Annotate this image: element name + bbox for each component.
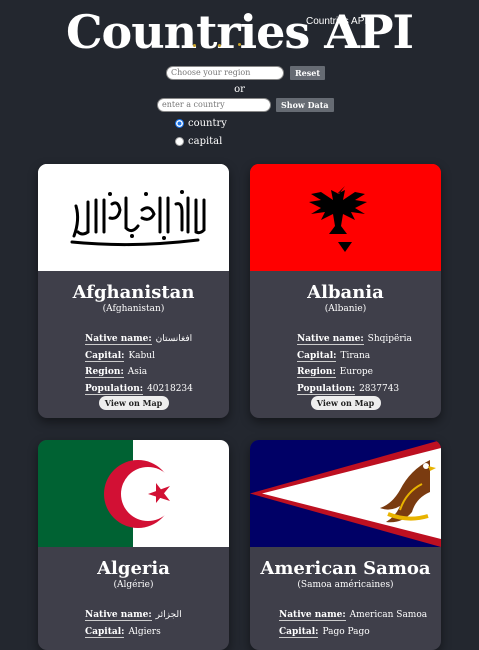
country-native-name: (Albanie): [324, 304, 367, 314]
native-name-value: Shqipëria: [367, 334, 412, 344]
country-card[interactable]: Albania (Albanie) Native name: Shqipëria …: [250, 164, 441, 418]
population-label: Population:: [297, 383, 356, 395]
view-on-map-button[interactable]: View on Map: [310, 396, 381, 410]
title-decoration: [238, 43, 241, 46]
flag-image: [250, 164, 441, 271]
search-row: enter a country Show Data: [157, 98, 334, 112]
radio-capital-row[interactable]: capital: [175, 136, 222, 147]
radio-country-label: country: [188, 118, 227, 129]
algeria-flag-icon: [38, 440, 229, 547]
flag-image: [38, 164, 229, 271]
population-value: 2837743: [359, 383, 400, 394]
country-name: Afghanistan: [72, 282, 195, 303]
capital-label: Capital:: [279, 626, 319, 638]
region-row: Choose your region Reset: [166, 66, 326, 80]
country-name: American Samoa: [260, 558, 431, 579]
title-decoration: [218, 44, 221, 47]
radio-country[interactable]: [175, 119, 184, 128]
title-decoration: [193, 44, 196, 47]
country-info: Native name: American Samoa Capital: Pago …: [279, 607, 441, 640]
country-info: Native name: افغانستان Capital: Kabul Regi…: [85, 331, 229, 397]
reset-button[interactable]: Reset: [290, 66, 326, 80]
country-card[interactable]: Afghanistan (Afghanistan) Native name: اف…: [38, 164, 229, 418]
afghanistan-flag-icon: [38, 164, 229, 271]
country-name: Albania: [307, 282, 384, 303]
view-on-map-button[interactable]: View on Map: [98, 396, 169, 410]
country-card[interactable]: American Samoa (Samoa américaines) Nativ…: [250, 440, 441, 650]
title-overlay-text: Countries API: [306, 16, 368, 27]
country-info: Native name: الجزائر Capital: Algiers: [85, 607, 229, 640]
capital-label: Capital:: [297, 350, 337, 362]
native-name-value: افغانستان: [155, 334, 193, 344]
country-name: Algeria: [97, 558, 170, 579]
native-name-label: Native name:: [85, 334, 152, 345]
capital-value: Tirana: [340, 350, 371, 361]
country-info: Native name: Shqipëria Capital: Tirana Reg…: [297, 331, 441, 397]
radio-country-row[interactable]: country: [175, 118, 227, 129]
capital-value: Algiers: [128, 626, 161, 637]
country-search-input[interactable]: enter a country: [157, 98, 271, 112]
native-name-label: Native name:: [297, 334, 364, 345]
region-label: Region:: [297, 367, 336, 378]
native-name-label: Native name:: [85, 610, 152, 621]
population-value: 40218234: [147, 383, 193, 394]
native-name-label: Native name:: [279, 610, 346, 621]
capital-label: Capital:: [85, 626, 125, 638]
american-samoa-flag-icon: [250, 440, 441, 547]
radio-capital[interactable]: [175, 137, 184, 146]
show-data-button[interactable]: Show Data: [276, 98, 334, 112]
country-card[interactable]: Algeria (Algérie) Native name: الجزائر Ca…: [38, 440, 229, 650]
native-name-value: الجزائر: [155, 610, 182, 620]
or-separator: or: [234, 84, 245, 95]
region-select[interactable]: Choose your region: [166, 66, 284, 80]
albania-flag-icon: [250, 164, 441, 271]
native-name-value: American Samoa: [349, 610, 428, 620]
country-native-name: (Afghanistan): [102, 304, 165, 314]
flag-image: [250, 440, 441, 547]
page-title: Countries API: [65, 5, 414, 59]
capital-value: Kabul: [128, 350, 155, 361]
radio-capital-label: capital: [188, 136, 223, 147]
capital-value: Pago Pago: [322, 626, 370, 637]
capital-label: Capital:: [85, 350, 125, 362]
region-value: Europe: [339, 367, 373, 377]
country-native-name: (Samoa américaines): [297, 580, 394, 590]
country-native-name: (Algérie): [113, 580, 154, 590]
flag-image: [38, 440, 229, 547]
region-value: Asia: [127, 367, 148, 377]
region-label: Region:: [85, 367, 124, 378]
population-label: Population:: [85, 383, 144, 395]
